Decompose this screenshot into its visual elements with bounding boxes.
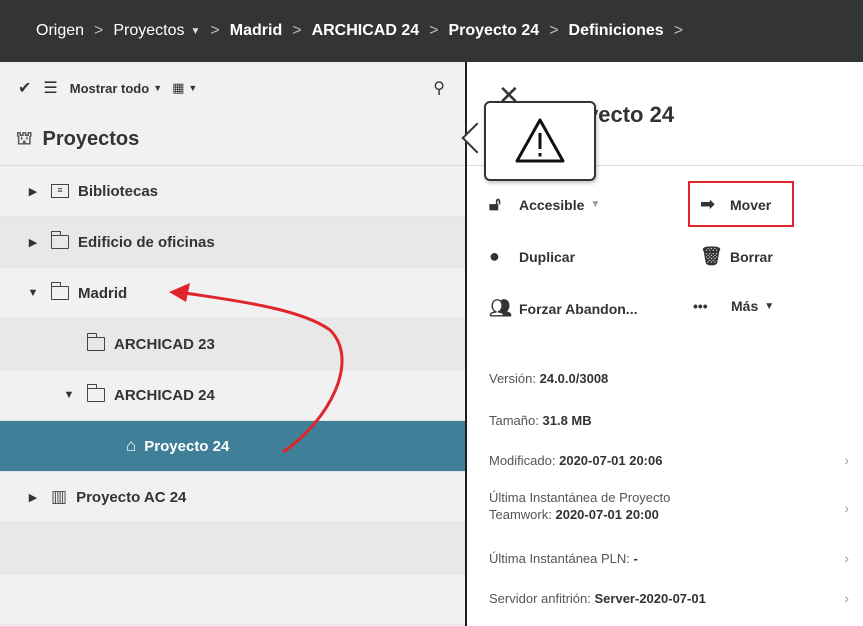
chevron-right-icon[interactable]: › <box>844 452 849 468</box>
host-info[interactable]: Servidor anfitrión: Server-2020-07-01 <box>489 590 849 607</box>
chevron-right-icon[interactable]: › <box>844 500 849 516</box>
expand-triangle-icon[interactable]: ▶ <box>26 185 40 198</box>
tree-item-archicad-24[interactable]: ▼ ARCHICAD 24 <box>0 370 465 421</box>
project-tree-panel: ✔ ☰ Mostrar todo ▼ ▦ ▼ ⚲ ⛫ Proyectos ▶ ≡… <box>0 62 465 626</box>
show-all-dropdown[interactable]: Mostrar todo <box>70 81 149 96</box>
expand-triangle-icon[interactable]: ▶ <box>26 236 40 249</box>
chevron-down-icon[interactable]: ▼ <box>188 83 197 93</box>
duplicate-icon: ● <box>489 246 500 266</box>
duplicate-label: Duplicar <box>519 248 576 265</box>
tree-item-label: Madrid <box>78 284 128 302</box>
host-value: Server-2020-07-01 <box>594 591 706 606</box>
breadcrumb-archicad-24[interactable]: ARCHICAD 24 <box>312 22 420 40</box>
version-info: Versión: 24.0.0/3008 <box>489 370 608 387</box>
breadcrumb-separator-icon: > <box>549 22 559 39</box>
move-highlight-box <box>688 181 794 227</box>
version-label: Versión: <box>489 371 536 386</box>
collapse-triangle-icon[interactable]: ▼ <box>26 287 40 299</box>
tree-item-archicad-23[interactable]: ARCHICAD 23 <box>0 319 465 370</box>
modified-label: Modificado: <box>489 453 556 468</box>
warning-icon <box>515 118 565 163</box>
unlock-icon: 🔓︎ <box>489 194 501 214</box>
folder-icon <box>86 384 105 402</box>
tree-item-bibliotecas[interactable]: ▶ ≡ Bibliotecas <box>0 166 465 217</box>
force-leave-label: Forzar Abandon... <box>519 300 638 317</box>
library-icon: ≡ <box>51 184 69 198</box>
calendar-icon[interactable]: ▦ <box>172 80 184 96</box>
warning-callout <box>484 101 596 181</box>
tree-item-madrid[interactable]: ▼ Madrid <box>0 268 465 319</box>
breadcrumb-origen[interactable]: Origen <box>36 22 84 40</box>
chevron-down-icon[interactable]: ▼ <box>153 83 162 93</box>
trash-icon: 🗑︎ <box>700 246 723 266</box>
breadcrumb-separator-icon: > <box>94 22 104 39</box>
projects-icon: ⛫ <box>16 127 33 148</box>
version-value: 24.0.0/3008 <box>539 371 609 386</box>
tree-item-label: Edificio de oficinas <box>78 233 215 251</box>
modified-value: 2020-07-01 20:06 <box>559 453 663 468</box>
tree-item-label: ARCHICAD 23 <box>114 335 215 353</box>
delete-label: Borrar <box>730 248 773 265</box>
breadcrumb: Origen > Proyectos ▼ > Madrid > ARCHICAD … <box>0 0 863 62</box>
breadcrumb-separator-icon: > <box>210 22 220 39</box>
ellipsis-icon: ••• <box>693 298 708 314</box>
snapshot-value: 2020-07-01 20:00 <box>555 507 659 522</box>
breadcrumb-proyectos[interactable]: Proyectos ▼ <box>113 22 200 40</box>
collapse-triangle-icon[interactable]: ▼ <box>62 389 76 401</box>
force-leave-button[interactable]: 👥︎ Forzar Abandon... <box>489 298 637 319</box>
snapshot-info[interactable]: Última Instantánea de Proyecto Teamwork:… <box>489 489 849 523</box>
size-info: Tamaño: 31.8 MB <box>489 412 592 429</box>
checkmark-icon[interactable]: ✔ <box>18 78 31 98</box>
modified-info[interactable]: Modificado: 2020-07-01 20:06 <box>489 452 849 469</box>
tree-empty-row <box>0 523 465 574</box>
building-icon: ▥ <box>51 487 68 506</box>
tree-item-proyecto-24[interactable]: ⌂ Proyecto 24 <box>0 421 465 472</box>
tree-item-label: Proyecto 24 <box>144 437 230 455</box>
breadcrumb-separator-icon: > <box>673 22 684 39</box>
tree-header: ⛫ Proyectos <box>0 114 465 166</box>
breadcrumb-proyecto-24[interactable]: Proyecto 24 <box>448 22 539 40</box>
host-label: Servidor anfitrión: <box>489 591 591 606</box>
folder-icon <box>86 333 105 351</box>
pln-label: Última Instantánea PLN: <box>489 551 630 566</box>
breadcrumb-madrid[interactable]: Madrid <box>230 22 282 40</box>
more-label: Más <box>731 298 759 314</box>
more-dropdown[interactable]: ••• Más ▼ <box>693 298 774 314</box>
size-label: Tamaño: <box>489 413 539 428</box>
tree-item-label: ARCHICAD 24 <box>114 386 215 404</box>
chevron-down-icon: ▼ <box>764 300 775 312</box>
tree-empty-row <box>0 574 465 625</box>
chevron-right-icon[interactable]: › <box>844 550 849 566</box>
snapshot-label: Última Instantánea de Proyecto <box>489 490 671 505</box>
chevron-right-icon[interactable]: › <box>844 590 849 606</box>
tree-item-label: Proyecto AC 24 <box>76 488 187 506</box>
breadcrumb-separator-icon: > <box>429 22 439 39</box>
pln-value: - <box>633 551 638 566</box>
search-icon[interactable]: ⚲ <box>433 78 445 98</box>
folder-icon <box>50 282 69 300</box>
duplicate-button[interactable]: ● Duplicar <box>489 246 575 267</box>
delete-button[interactable]: 🗑︎ Borrar <box>700 246 773 267</box>
breadcrumb-definiciones[interactable]: Definiciones <box>569 22 664 40</box>
size-value: 31.8 MB <box>542 413 592 428</box>
tree-item-edificio-de-oficinas[interactable]: ▶ Edificio de oficinas <box>0 217 465 268</box>
tree-header-title: Proyectos <box>42 128 140 150</box>
project-house-icon: ⌂ <box>126 436 137 455</box>
snapshot-label-2: Teamwork: <box>489 507 552 522</box>
tree-item-label: Bibliotecas <box>78 182 159 200</box>
access-dropdown[interactable]: 🔓︎ Accesible ▼ <box>489 194 600 215</box>
tree-item-proyecto-ac-24[interactable]: ▶ ▥ Proyecto AC 24 <box>0 472 465 523</box>
detail-title: yecto 24 <box>586 102 675 127</box>
breadcrumb-separator-icon: > <box>292 22 302 39</box>
chevron-down-icon: ▼ <box>190 25 201 37</box>
folder-icon <box>50 231 69 249</box>
tree-toolbar: ✔ ☰ Mostrar todo ▼ ▦ ▼ ⚲ <box>0 62 465 114</box>
expand-triangle-icon[interactable]: ▶ <box>26 491 40 504</box>
access-label: Accesible <box>519 196 585 213</box>
list-icon[interactable]: ☰ <box>43 78 57 98</box>
chevron-down-icon: ▼ <box>590 199 601 210</box>
users-icon: 👥︎ <box>489 298 512 318</box>
pln-info[interactable]: Última Instantánea PLN: - <box>489 550 849 567</box>
